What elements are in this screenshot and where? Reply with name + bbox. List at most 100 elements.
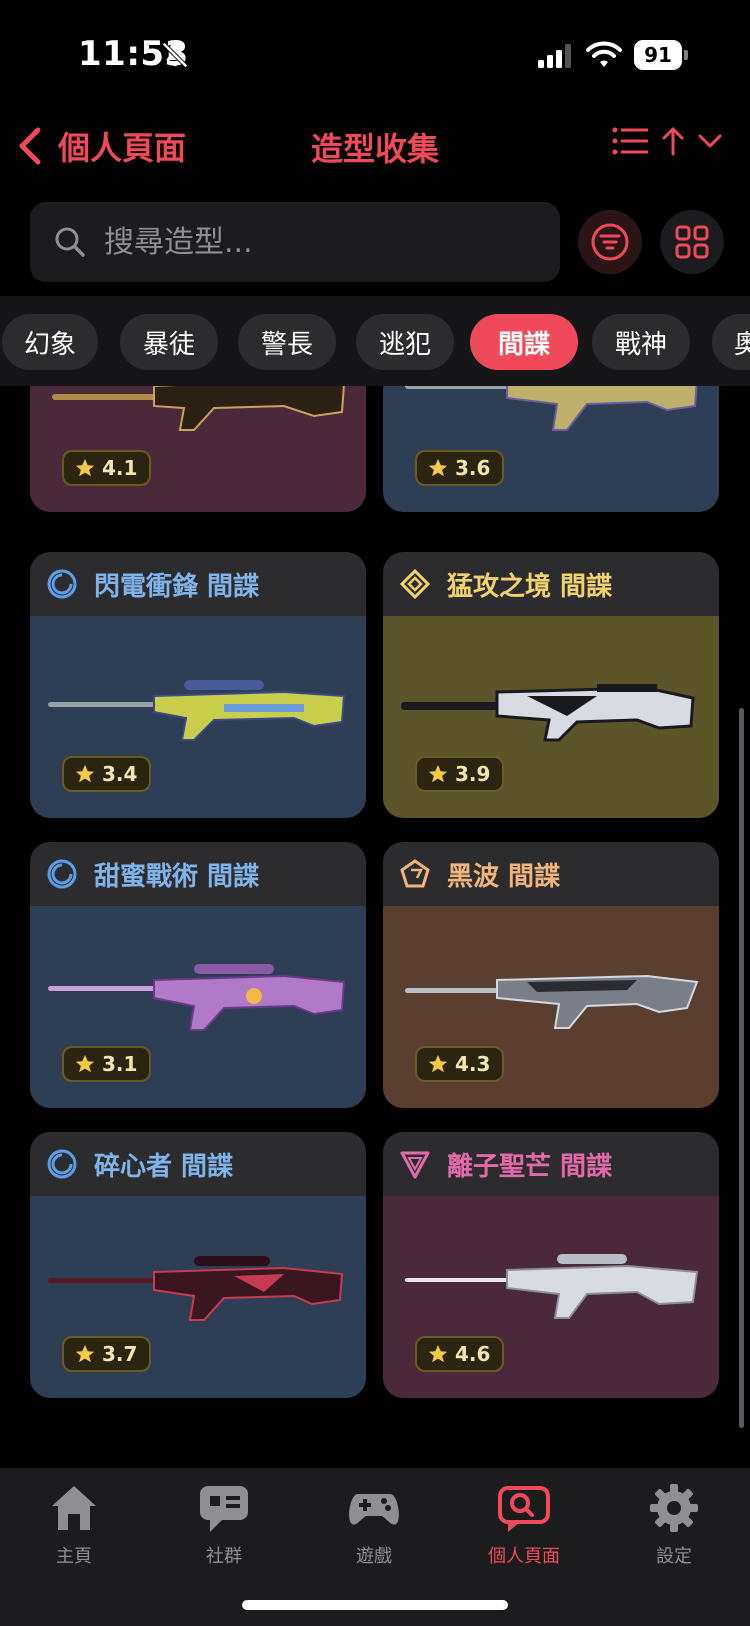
chat-icon — [200, 1486, 248, 1532]
rating-badge: 3.7 — [62, 1336, 152, 1372]
battery-tip — [684, 50, 688, 60]
card-title: 碎心者 間諜 — [94, 1151, 234, 1182]
tab-label: 社群 — [206, 1546, 242, 1567]
star-icon — [428, 1344, 448, 1363]
filter-icon — [591, 223, 629, 261]
card-body: 3.9 — [383, 616, 719, 818]
card-body: 4.6 — [383, 1196, 719, 1398]
operator-rifle-image — [48, 1256, 344, 1321]
battery-indicator: 91 — [634, 40, 688, 70]
tab-label: 主頁 — [56, 1546, 92, 1567]
card-body: 3.6 — [383, 386, 719, 512]
tab-home[interactable]: 主頁 — [14, 1480, 134, 1580]
rating-badge: 3.4 — [62, 756, 152, 792]
scrollbar[interactable] — [739, 708, 744, 1428]
tab-label: 個人頁面 — [488, 1546, 560, 1567]
rating-value: 3.7 — [102, 1342, 138, 1366]
home-icon — [52, 1486, 96, 1530]
skin-card[interactable]: 黑波 間諜 4.3 — [383, 842, 719, 1108]
operator-rifle-image — [405, 386, 698, 431]
filter-button[interactable] — [578, 210, 642, 274]
search-icon — [55, 227, 85, 257]
select-tier-icon — [47, 859, 77, 889]
signal-icon — [538, 44, 571, 68]
card-body: 4.3 — [383, 906, 719, 1108]
card-body: 4.1 — [30, 386, 366, 512]
chip-ares[interactable]: 戰神 — [592, 314, 690, 370]
star-icon — [75, 1344, 95, 1363]
skin-card[interactable]: 甜蜜戰術 間諜 3.1 — [30, 842, 366, 1108]
rating-value: 4.6 — [455, 1342, 491, 1366]
operator-rifle-image — [52, 386, 345, 431]
star-icon — [75, 1054, 95, 1073]
card-body: 3.4 — [30, 616, 366, 818]
card-body: 3.1 — [30, 906, 366, 1108]
rating-value: 4.3 — [455, 1052, 491, 1076]
search-input[interactable] — [104, 224, 544, 260]
skin-card[interactable]: 閃電衝鋒 間諜 3.4 — [30, 552, 366, 818]
rating-value: 3.6 — [455, 456, 491, 480]
tab-profile[interactable]: 個人頁面 — [464, 1480, 584, 1580]
operator-rifle-image — [48, 680, 346, 741]
chip-duelist[interactable]: 暴徒 — [120, 314, 218, 370]
rating-badge: 3.6 — [415, 450, 505, 486]
skin-card[interactable]: 猛攻之境 間諜 3.9 — [383, 552, 719, 818]
battery-level: 91 — [634, 40, 682, 70]
operator-rifle-image — [405, 1254, 699, 1319]
status-bar: 11:53 91 — [0, 0, 750, 100]
deluxe-tier-icon — [399, 568, 431, 600]
chip-outlaw[interactable]: 逃犯 — [356, 314, 454, 370]
arrow-up-icon[interactable] — [662, 126, 684, 156]
list-icon[interactable] — [612, 126, 648, 156]
select-tier-icon — [47, 569, 77, 599]
sort-controls — [612, 126, 722, 156]
back-label: 個人頁面 — [58, 129, 187, 167]
tab-games[interactable]: 遊戲 — [314, 1480, 434, 1580]
gear-icon — [650, 1484, 698, 1532]
operator-rifle-image — [401, 684, 695, 742]
skin-card[interactable]: 4.1 — [30, 386, 366, 512]
home-indicator — [242, 1600, 508, 1610]
rating-value: 3.9 — [455, 762, 491, 786]
search-box[interactable] — [30, 202, 560, 282]
rating-value: 3.4 — [102, 762, 138, 786]
card-title: 離子聖芒 間諜 — [447, 1151, 613, 1182]
tab-label: 遊戲 — [356, 1546, 392, 1567]
card-header: 甜蜜戰術 間諜 — [30, 842, 366, 906]
skin-card[interactable]: 碎心者 間諜 3.7 — [30, 1132, 366, 1398]
category-chip-row: 幻象 暴徒 警長 逃犯 間諜 戰神 奧 — [0, 296, 750, 386]
grid-view-button[interactable] — [660, 210, 724, 274]
rating-value: 4.1 — [102, 456, 138, 480]
select-tier-icon — [47, 1149, 77, 1179]
chip-operator[interactable]: 間諜 — [470, 314, 578, 370]
profile-search-icon — [498, 1486, 550, 1532]
star-icon — [428, 1054, 448, 1073]
card-header: 離子聖芒 間諜 — [383, 1132, 719, 1196]
skin-card[interactable]: 3.6 — [383, 386, 719, 512]
operator-rifle-image — [48, 964, 346, 1031]
star-icon — [75, 764, 95, 783]
rating-badge: 4.3 — [415, 1046, 505, 1082]
tab-settings[interactable]: 設定 — [614, 1480, 734, 1580]
card-title: 閃電衝鋒 間諜 — [94, 571, 260, 602]
skin-grid: 4.1 3.6 閃電衝鋒 間諜 3.4 猛攻之境 間諜 3.9 甜蜜戰術 間諜 … — [0, 386, 750, 1468]
rating-badge: 4.6 — [415, 1336, 505, 1372]
gamepad-icon — [349, 1494, 399, 1525]
card-header: 猛攻之境 間諜 — [383, 552, 719, 616]
chevron-down-icon[interactable] — [698, 131, 722, 151]
card-header: 閃電衝鋒 間諜 — [30, 552, 366, 616]
chip-controller[interactable]: 幻象 — [2, 314, 98, 370]
card-header: 黑波 間諜 — [383, 842, 719, 906]
wifi-icon — [586, 41, 622, 67]
back-button[interactable]: 個人頁面 — [16, 118, 186, 174]
card-body: 3.7 — [30, 1196, 366, 1398]
tab-label: 設定 — [656, 1546, 692, 1567]
skin-card[interactable]: 離子聖芒 間諜 4.6 — [383, 1132, 719, 1398]
chip-odin[interactable]: 奧 — [712, 314, 750, 370]
tab-community[interactable]: 社群 — [164, 1480, 284, 1580]
bell-mute-icon — [162, 42, 188, 68]
card-title: 黑波 間諜 — [447, 861, 561, 892]
card-title: 猛攻之境 間諜 — [447, 571, 613, 602]
star-icon — [428, 458, 448, 477]
chip-sheriff[interactable]: 警長 — [238, 314, 336, 370]
